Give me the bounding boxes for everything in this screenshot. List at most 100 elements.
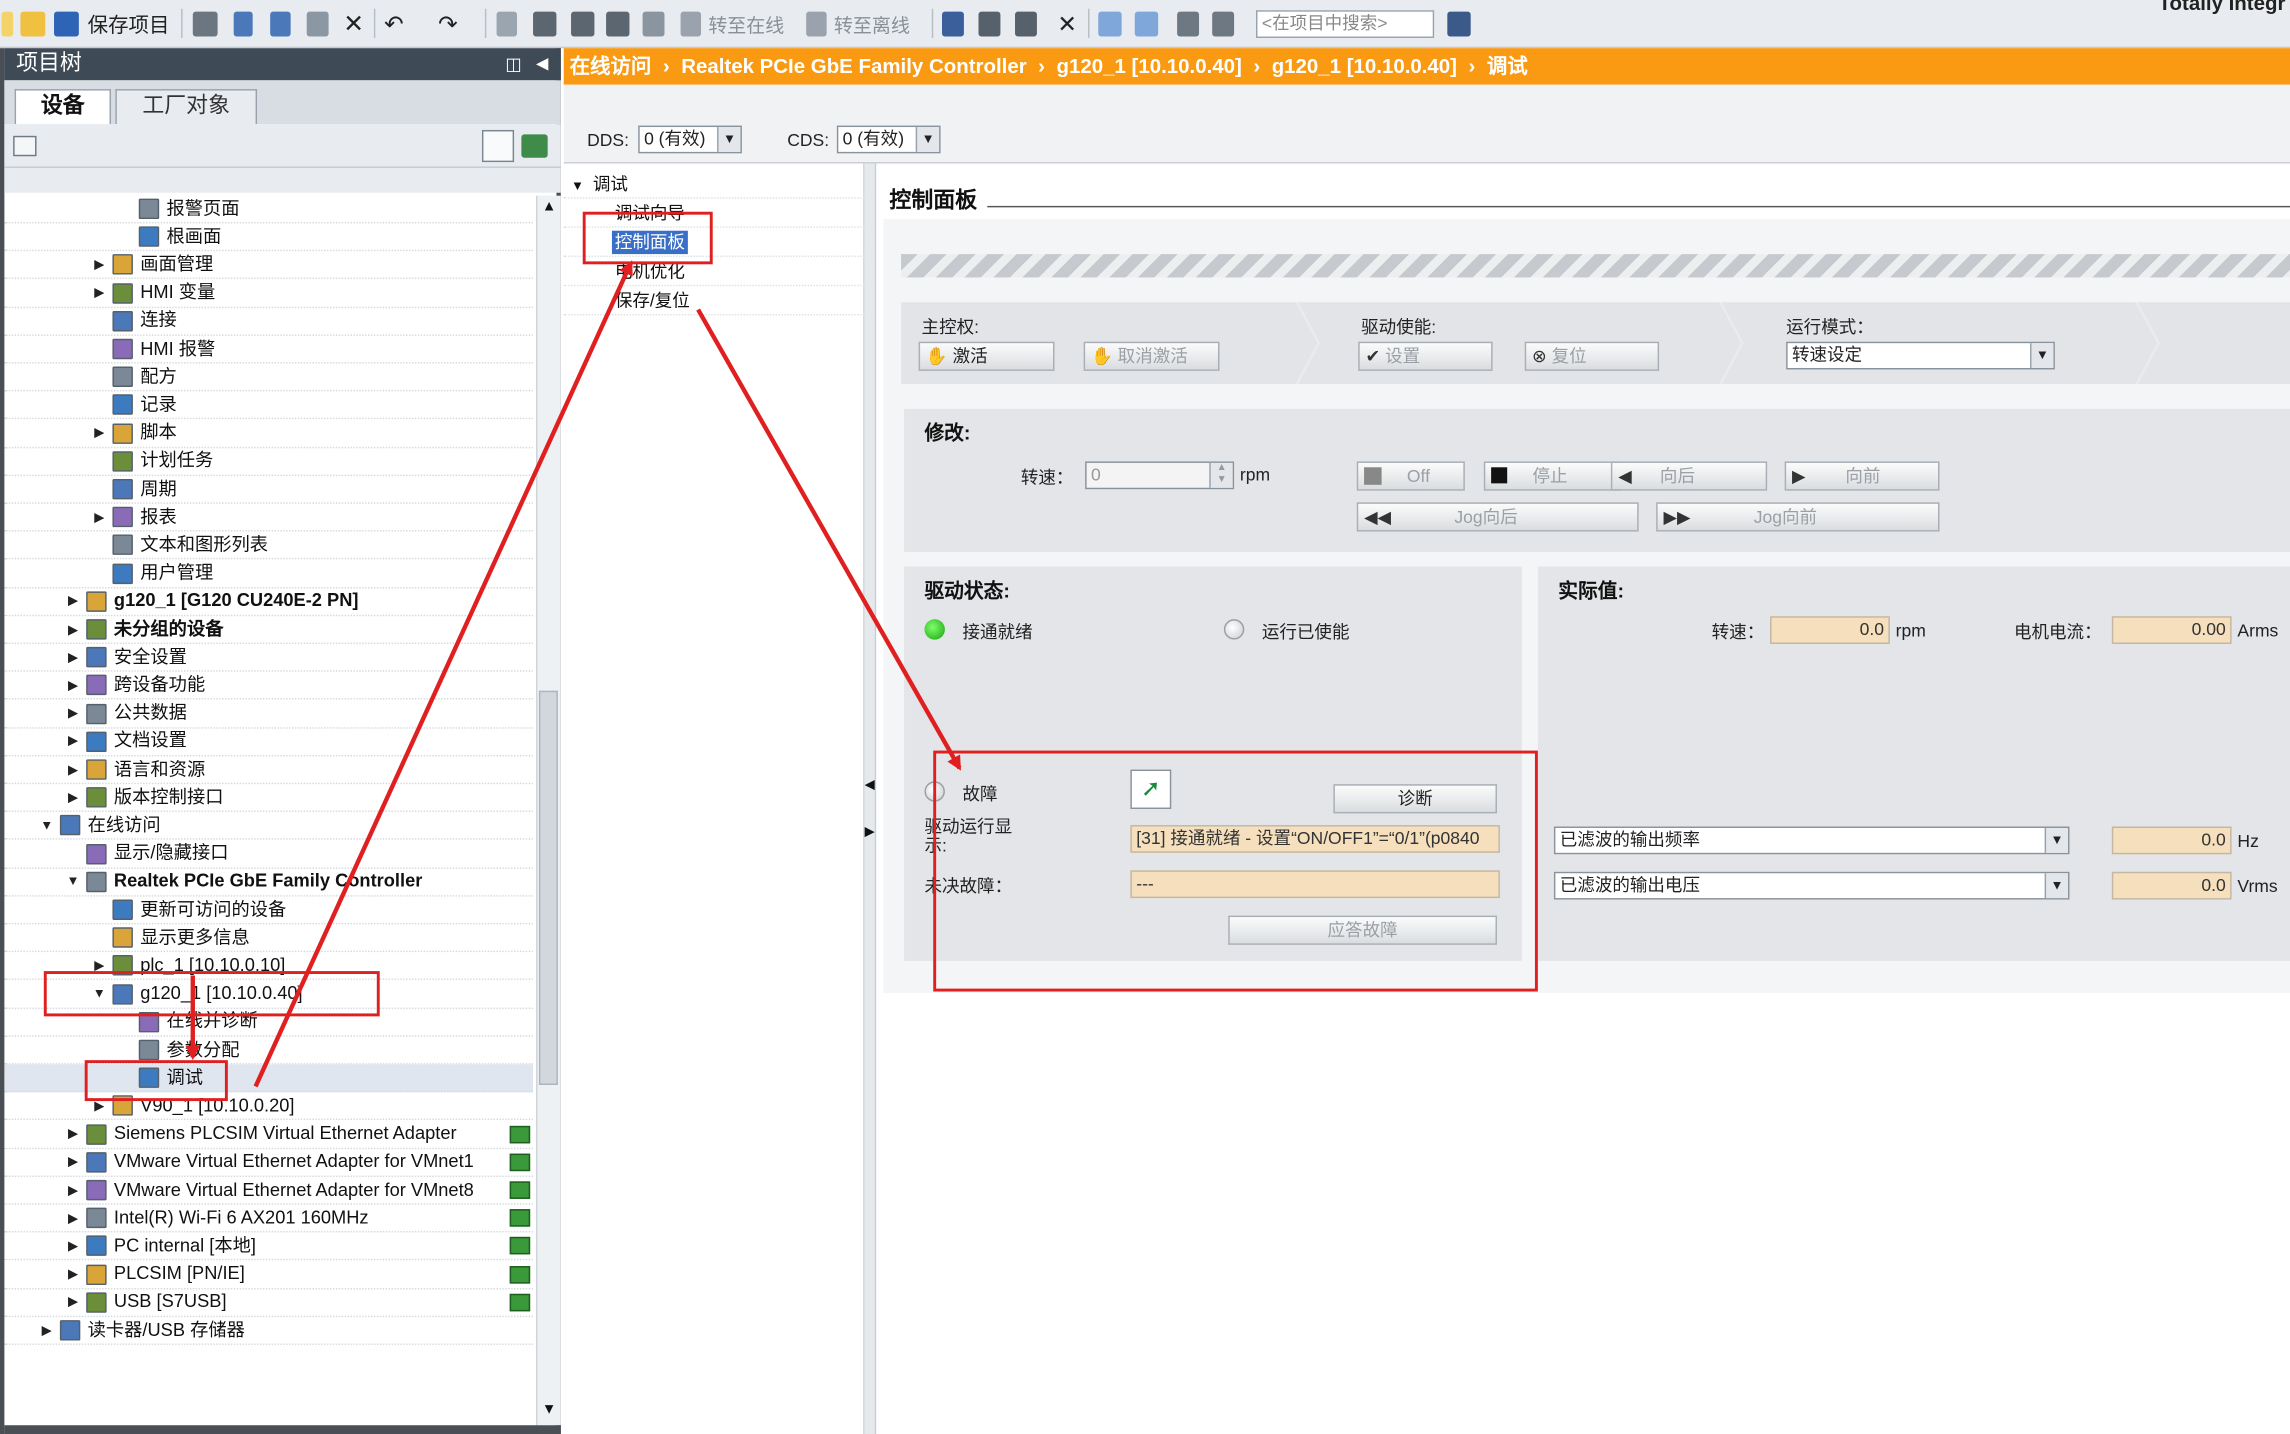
tree-item[interactable]: ▶ 语言和资源 (4, 756, 534, 785)
tab-plant-objects[interactable]: 工厂对象 (115, 89, 258, 125)
expand-arrow-icon[interactable]: ▶ (66, 1204, 81, 1232)
save-project-button[interactable]: 保存项目 (54, 10, 169, 38)
tree-item[interactable]: ▶ Siemens PLCSIM Virtual Ethernet Adapter (4, 1120, 534, 1149)
breadcrumb-item[interactable]: 在线访问 (570, 54, 652, 77)
output-frequency-select[interactable]: 已滤波的输出频率 ▼ (1553, 826, 2070, 855)
tree-item[interactable]: ▶ 版本控制接口 (4, 784, 534, 813)
tree-item[interactable]: 调试 (4, 1064, 534, 1093)
off-button[interactable]: Off (1356, 461, 1465, 491)
tree-item[interactable]: ▼ 在线访问 (4, 812, 534, 841)
expand-arrow-icon[interactable]: ▶ (66, 784, 81, 812)
tree-item[interactable]: ▶ PLCSIM [PN/IE] (4, 1261, 534, 1289)
expand-arrow-icon[interactable]: ▶ (39, 1316, 54, 1344)
tree-item[interactable]: 连接 (4, 308, 534, 336)
expand-arrow-icon[interactable]: ▶ (92, 503, 107, 531)
tree-item[interactable]: 根画面 (4, 224, 534, 252)
activate-button[interactable]: ✋ 激活 (918, 341, 1055, 371)
nav-splitter[interactable]: ◀ ▶ (864, 163, 877, 1434)
collapse-arrow-icon[interactable]: ▼ (66, 868, 81, 896)
scroll-up-icon[interactable]: ▲ (542, 199, 556, 215)
tree-item[interactable]: 配方 (4, 364, 534, 392)
tree-item[interactable]: ▶ g120_1 [G120 CU240E-2 PN] (4, 587, 534, 616)
reset-button[interactable]: ⊗ 复位 (1524, 341, 1660, 371)
tree-item[interactable]: ▶ 脚本 (4, 419, 534, 448)
tree-item[interactable]: 显示更多信息 (4, 925, 534, 953)
breadcrumb-item[interactable]: Realtek PCIe GbE Family Controller (681, 54, 1026, 77)
tree-scroll-thumb[interactable] (538, 690, 558, 1085)
tree-item[interactable]: ▶ PC internal [本地] (4, 1232, 534, 1261)
output-voltage-select[interactable]: 已滤波的输出电压 ▼ (1553, 871, 2070, 900)
close-icon[interactable]: ✕ (1057, 10, 1077, 38)
expand-arrow-icon[interactable]: ▶ (66, 700, 81, 728)
collapse-left-icon[interactable]: ◀ (865, 777, 875, 793)
forward-button[interactable]: ▶ 向前 (1784, 461, 1940, 491)
tree-item[interactable]: ▶ Intel(R) Wi-Fi 6 AX201 160MHz (4, 1204, 534, 1233)
device-overview-icon[interactable] (13, 135, 37, 157)
stop-cpu-icon[interactable] (1015, 11, 1037, 37)
tree-item[interactable]: 报警页面 (4, 196, 534, 224)
settings-icon[interactable] (1177, 11, 1200, 37)
nav-header[interactable]: ▼ 调试 (563, 169, 865, 199)
jog-backward-button[interactable]: ◀◀ Jog向后 (1356, 502, 1639, 532)
tree-item[interactable]: ▶ VMware Virtual Ethernet Adapter for VMn… (4, 1148, 534, 1177)
tree-item[interactable]: ▶ 文档设置 (4, 728, 534, 757)
redo-icon[interactable]: ↷ (438, 10, 458, 38)
go-online-button[interactable]: 转至在线 (680, 10, 784, 38)
tree-item[interactable]: 更新可访问的设备 (4, 897, 534, 925)
delete-icon[interactable]: ✕ (343, 9, 364, 38)
tree-item[interactable]: 用户管理 (4, 560, 534, 588)
tree-item[interactable]: HMI 报警 (4, 336, 534, 364)
tree-item[interactable]: ▶ 未分组的设备 (4, 616, 534, 644)
tree-item[interactable]: ▶ 画面管理 (4, 251, 534, 280)
tree-item[interactable]: ▶ 读卡器/USB 存储器 (4, 1316, 534, 1345)
simulation-icon[interactable] (642, 11, 665, 37)
cut-icon[interactable] (233, 11, 253, 37)
compile-icon[interactable] (606, 11, 630, 37)
dock-icon[interactable]: ◫ (505, 48, 522, 80)
tree-item[interactable]: 参数分配 (4, 1037, 534, 1065)
deactivate-button[interactable]: ✋ 取消激活 (1083, 341, 1220, 371)
breadcrumb-item[interactable]: g120_1 [10.10.0.40] (1057, 54, 1242, 77)
split-vertical-icon[interactable] (1134, 11, 1159, 37)
tree-item[interactable]: ▶ 报表 (4, 503, 534, 532)
copy-icon[interactable] (270, 11, 291, 37)
expand-arrow-icon[interactable]: ▶ (66, 644, 81, 672)
nav-item-save-reset[interactable]: 保存/复位 (563, 286, 865, 316)
breadcrumb-item[interactable]: g120_1 [10.10.0.40] (1272, 54, 1457, 77)
set-button[interactable]: ✔ 设置 (1358, 341, 1493, 371)
expand-arrow-icon[interactable]: ▶ (66, 756, 81, 784)
accessible-devices-icon[interactable] (941, 11, 964, 37)
collapse-panel-icon[interactable]: ◀ (536, 48, 548, 80)
expand-arrow-icon[interactable]: ▶ (66, 1232, 81, 1260)
go-offline-button[interactable]: 转至离线 (806, 10, 910, 38)
undo-icon[interactable]: ↶ (384, 10, 404, 38)
tree-item[interactable]: 文本和图形列表 (4, 532, 534, 560)
search-go-icon[interactable] (1447, 11, 1471, 37)
tree-item[interactable]: ▶ USB [S7USB] (4, 1289, 534, 1317)
expand-arrow-icon[interactable]: ▶ (66, 728, 81, 756)
expand-arrow-icon[interactable]: ▶ (66, 1148, 81, 1176)
tab-devices[interactable]: 设备 (14, 89, 111, 125)
new-project-icon[interactable] (1, 11, 14, 37)
project-search-input[interactable]: <在项目中搜索> (1255, 10, 1435, 38)
sync-icon[interactable] (521, 134, 548, 158)
start-cpu-icon[interactable] (978, 11, 1001, 37)
tree-item[interactable]: ▶ 安全设置 (4, 644, 534, 673)
jog-forward-button[interactable]: ▶▶ Jog向前 (1656, 502, 1940, 532)
expand-arrow-icon[interactable]: ▶ (66, 587, 81, 615)
split-horizontal-icon[interactable] (1098, 11, 1122, 37)
cds-select[interactable]: 0 (有效) ▼ (836, 125, 941, 154)
expand-arrow-icon[interactable]: ▶ (66, 616, 81, 644)
tree-item[interactable]: 周期 (4, 476, 534, 504)
download-icon[interactable] (533, 11, 557, 37)
tree-item[interactable]: 计划任务 (4, 448, 534, 476)
expand-arrow-icon[interactable]: ▶ (92, 419, 107, 447)
upload-icon[interactable] (571, 11, 595, 37)
scroll-down-icon[interactable]: ▼ (542, 1402, 556, 1418)
tree-item[interactable]: ▶ HMI 变量 (4, 280, 534, 308)
collapse-arrow-icon[interactable]: ▼ (39, 812, 54, 840)
expand-arrow-icon[interactable]: ▶ (92, 251, 107, 279)
expand-arrow-icon[interactable]: ▶ (66, 1176, 81, 1204)
expand-arrow-icon[interactable]: ▶ (66, 1120, 81, 1148)
open-project-icon[interactable] (20, 11, 46, 37)
